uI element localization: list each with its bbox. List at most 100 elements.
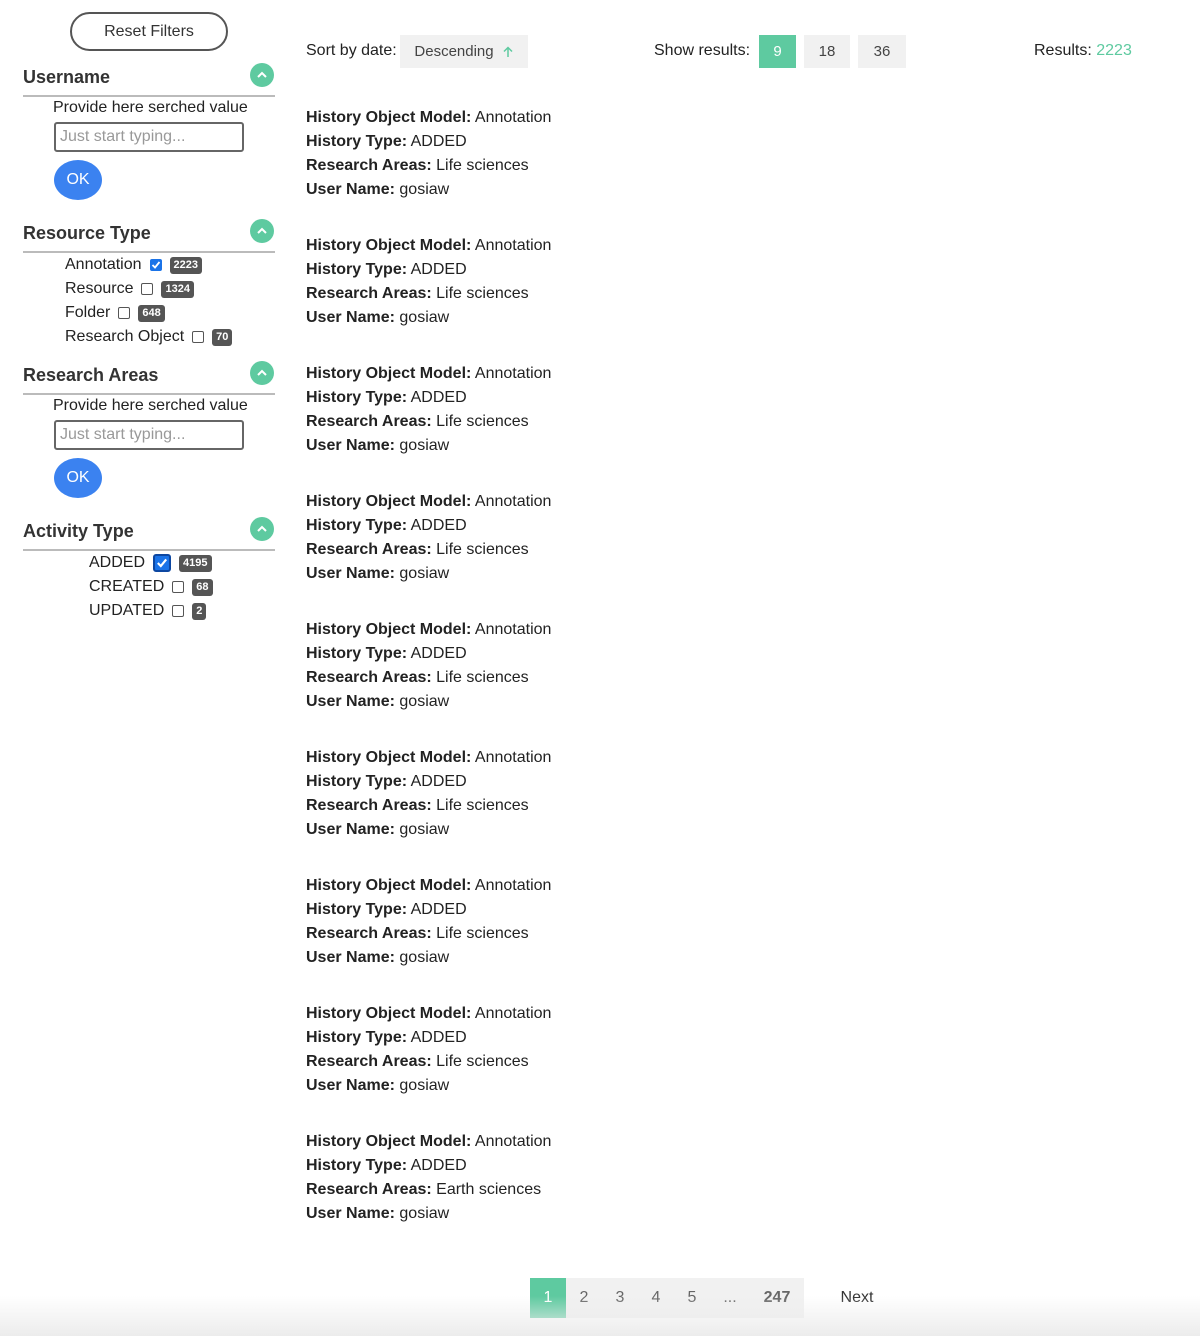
field-value: Life sciences bbox=[436, 669, 529, 686]
research-areas-ok-button[interactable]: OK bbox=[54, 458, 102, 498]
field-label: History Object Model: bbox=[306, 109, 472, 126]
field-value: gosiaw bbox=[399, 309, 450, 326]
count-badge: 2 bbox=[192, 602, 207, 620]
resource-type-option[interactable]: Research Object 70 bbox=[65, 327, 233, 347]
checkbox[interactable] bbox=[172, 581, 185, 593]
checkbox[interactable] bbox=[141, 283, 154, 295]
result-model-line: History Object Model: Annotation bbox=[306, 490, 706, 514]
field-label: History Type: bbox=[306, 389, 408, 406]
activity-type-option[interactable]: ADDED 4195 bbox=[89, 553, 212, 573]
page-button-3[interactable]: 3 bbox=[602, 1278, 638, 1318]
result-item[interactable]: History Object Model: Annotation History … bbox=[306, 1130, 706, 1226]
sort-order-button[interactable]: Descending bbox=[400, 35, 528, 68]
field-value: Annotation bbox=[474, 237, 552, 254]
field-label: Research Areas: bbox=[306, 925, 432, 942]
result-item[interactable]: History Object Model: Annotation History … bbox=[306, 746, 706, 842]
page-ellipsis[interactable]: ... bbox=[710, 1278, 750, 1318]
result-item[interactable]: History Object Model: Annotation History … bbox=[306, 234, 706, 330]
field-label: Research Areas: bbox=[306, 285, 432, 302]
result-user-line: User Name: gosiaw bbox=[306, 434, 706, 458]
activity-type-filter-title: Activity Type bbox=[23, 521, 134, 541]
page-size-button-9[interactable]: 9 bbox=[759, 35, 796, 68]
page-button-4[interactable]: 4 bbox=[638, 1278, 674, 1318]
pagination: 1 2 3 4 5 ... 247 bbox=[530, 1278, 804, 1318]
page-size-button-18[interactable]: 18 bbox=[804, 35, 850, 68]
option-label: CREATED bbox=[89, 578, 165, 595]
resource-type-option[interactable]: Folder 648 bbox=[65, 303, 165, 323]
research-areas-search-input[interactable] bbox=[54, 420, 244, 450]
result-item[interactable]: History Object Model: Annotation History … bbox=[306, 362, 706, 458]
checkbox[interactable] bbox=[118, 307, 131, 319]
result-model-line: History Object Model: Annotation bbox=[306, 106, 706, 130]
result-areas-line: Research Areas: Life sciences bbox=[306, 538, 706, 562]
activity-type-option[interactable]: CREATED 68 bbox=[89, 577, 213, 597]
result-areas-line: Research Areas: Life sciences bbox=[306, 794, 706, 818]
field-label: History Type: bbox=[306, 645, 408, 662]
activity-type-filter-header: Activity Type bbox=[23, 515, 275, 551]
username-ok-button[interactable]: OK bbox=[54, 160, 102, 200]
username-search-input[interactable] bbox=[54, 122, 244, 152]
next-page-button[interactable]: Next bbox=[826, 1278, 888, 1318]
page-button-5[interactable]: 5 bbox=[674, 1278, 710, 1318]
reset-filters-button[interactable]: Reset Filters bbox=[70, 12, 228, 51]
field-value: Life sciences bbox=[436, 797, 529, 814]
field-label: Research Areas: bbox=[306, 669, 432, 686]
sort-label: Sort by date: bbox=[306, 42, 397, 59]
result-type-line: History Type: ADDED bbox=[306, 770, 706, 794]
result-type-line: History Type: ADDED bbox=[306, 130, 706, 154]
page-button-last[interactable]: 247 bbox=[750, 1278, 804, 1318]
results-count: 2223 bbox=[1096, 42, 1132, 59]
result-user-line: User Name: gosiaw bbox=[306, 946, 706, 970]
field-value: Annotation bbox=[474, 1133, 552, 1150]
checkbox[interactable] bbox=[192, 331, 205, 343]
field-label: History Type: bbox=[306, 901, 408, 918]
chevron-up-icon[interactable] bbox=[250, 63, 274, 87]
sort-order-value: Descending bbox=[414, 43, 494, 60]
result-areas-line: Research Areas: Life sciences bbox=[306, 666, 706, 690]
field-value: gosiaw bbox=[399, 565, 450, 582]
chevron-up-icon[interactable] bbox=[250, 517, 274, 541]
result-areas-line: Research Areas: Life sciences bbox=[306, 410, 706, 434]
field-value: gosiaw bbox=[399, 437, 450, 454]
count-badge: 68 bbox=[192, 578, 213, 596]
count-badge: 4195 bbox=[179, 554, 212, 572]
option-label: ADDED bbox=[89, 554, 146, 571]
field-value: Annotation bbox=[474, 109, 552, 126]
result-user-line: User Name: gosiaw bbox=[306, 1074, 706, 1098]
result-item[interactable]: History Object Model: Annotation History … bbox=[306, 1002, 706, 1098]
checkbox[interactable] bbox=[172, 605, 185, 617]
field-value: ADDED bbox=[410, 517, 467, 534]
result-item[interactable]: History Object Model: Annotation History … bbox=[306, 106, 706, 202]
username-filter-title: Username bbox=[23, 67, 111, 87]
page-button-1[interactable]: 1 bbox=[530, 1278, 566, 1318]
result-item[interactable]: History Object Model: Annotation History … bbox=[306, 618, 706, 714]
result-item[interactable]: History Object Model: Annotation History … bbox=[306, 490, 706, 586]
page-size-button-36[interactable]: 36 bbox=[858, 35, 906, 68]
chevron-up-icon[interactable] bbox=[250, 361, 274, 385]
field-label: User Name: bbox=[306, 181, 395, 198]
field-value: gosiaw bbox=[399, 1077, 450, 1094]
count-badge: 70 bbox=[212, 328, 233, 346]
chevron-up-icon[interactable] bbox=[250, 219, 274, 243]
result-item[interactable]: History Object Model: Annotation History … bbox=[306, 874, 706, 970]
result-model-line: History Object Model: Annotation bbox=[306, 874, 706, 898]
checkbox-checked[interactable] bbox=[149, 259, 162, 271]
page-button-2[interactable]: 2 bbox=[566, 1278, 602, 1318]
option-label: Resource bbox=[65, 280, 134, 297]
checkbox-checked[interactable] bbox=[153, 554, 172, 572]
activity-type-option[interactable]: UPDATED 2 bbox=[89, 601, 207, 621]
result-model-line: History Object Model: Annotation bbox=[306, 618, 706, 642]
result-areas-line: Research Areas: Life sciences bbox=[306, 154, 706, 178]
field-value: Annotation bbox=[474, 493, 552, 510]
field-value: ADDED bbox=[410, 901, 467, 918]
field-label: History Type: bbox=[306, 261, 408, 278]
result-model-line: History Object Model: Annotation bbox=[306, 746, 706, 770]
resource-type-option[interactable]: Annotation 2223 bbox=[65, 255, 202, 275]
option-label: UPDATED bbox=[89, 602, 165, 619]
resource-type-option[interactable]: Resource 1324 bbox=[65, 279, 194, 299]
field-label: History Type: bbox=[306, 1157, 408, 1174]
result-model-line: History Object Model: Annotation bbox=[306, 1130, 706, 1154]
field-label: History Object Model: bbox=[306, 749, 472, 766]
field-label: History Object Model: bbox=[306, 365, 472, 382]
option-label: Folder bbox=[65, 304, 111, 321]
